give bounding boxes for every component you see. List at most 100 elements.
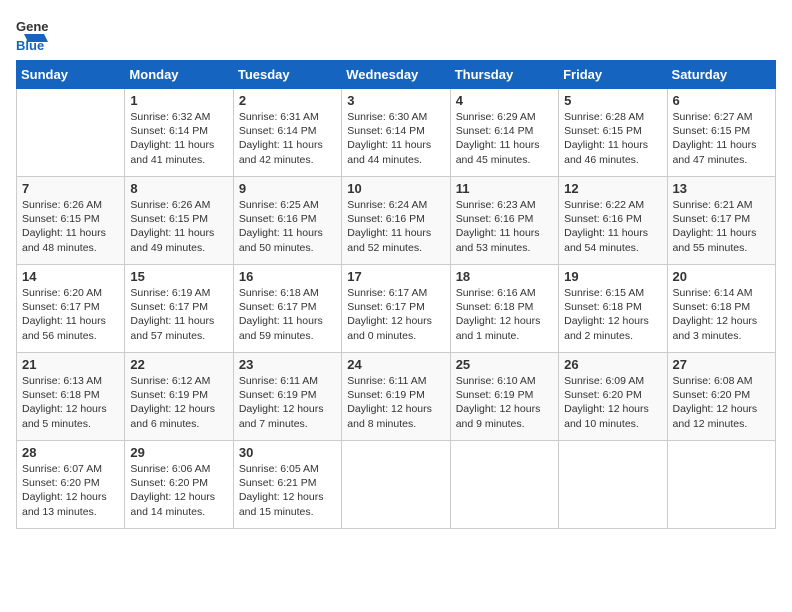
day-info: Sunrise: 6:26 AM Sunset: 6:15 PM Dayligh…: [130, 198, 227, 255]
calendar-body: 1Sunrise: 6:32 AM Sunset: 6:14 PM Daylig…: [17, 89, 776, 529]
day-number: 1: [130, 93, 227, 108]
logo-svg: General Blue: [16, 16, 48, 52]
day-number: 16: [239, 269, 336, 284]
day-info: Sunrise: 6:06 AM Sunset: 6:20 PM Dayligh…: [130, 462, 227, 519]
header-cell-thursday: Thursday: [450, 61, 558, 89]
calendar-cell: 11 Sunrise: 6:23 AM Sunset: 6:16 PM Dayli…: [450, 177, 558, 265]
calendar-cell: [559, 441, 667, 529]
day-info: Sunrise: 6:22 AM Sunset: 6:16 PM Dayligh…: [564, 198, 661, 255]
day-number: 23: [239, 357, 336, 372]
header-cell-friday: Friday: [559, 61, 667, 89]
day-info: Sunrise: 6:26 AM Sunset: 6:15 PM Dayligh…: [22, 198, 119, 255]
day-number: 8: [130, 181, 227, 196]
day-number: 10: [347, 181, 444, 196]
calendar-cell: 30 Sunrise: 6:05 AM Sunset: 6:21 PM Dayli…: [233, 441, 341, 529]
calendar-cell: [342, 441, 450, 529]
calendar-cell: 27Sunrise: 6:08 AM Sunset: 6:20 PM Dayli…: [667, 353, 775, 441]
calendar-cell: 1Sunrise: 6:32 AM Sunset: 6:14 PM Daylig…: [125, 89, 233, 177]
calendar-cell: 3Sunrise: 6:30 AM Sunset: 6:14 PM Daylig…: [342, 89, 450, 177]
calendar-cell: 25 Sunrise: 6:10 AM Sunset: 6:19 PM Dayli…: [450, 353, 558, 441]
calendar-cell: 28 Sunrise: 6:07 AM Sunset: 6:20 PM Dayli…: [17, 441, 125, 529]
day-info: Sunrise: 6:24 AM Sunset: 6:16 PM Dayligh…: [347, 198, 444, 255]
header-cell-monday: Monday: [125, 61, 233, 89]
day-info: Sunrise: 6:23 AM Sunset: 6:16 PM Dayligh…: [456, 198, 553, 255]
calendar-cell: 6 Sunrise: 6:27 AM Sunset: 6:15 PM Daylig…: [667, 89, 775, 177]
day-number: 9: [239, 181, 336, 196]
day-info: Sunrise: 6:18 AM Sunset: 6:17 PM Dayligh…: [239, 286, 336, 343]
day-info: Sunrise: 6:05 AM Sunset: 6:21 PM Dayligh…: [239, 462, 336, 519]
calendar-cell: 5 Sunrise: 6:28 AM Sunset: 6:15 PM Daylig…: [559, 89, 667, 177]
day-number: 6: [673, 93, 770, 108]
day-info: Sunrise: 6:11 AM Sunset: 6:19 PM Dayligh…: [239, 374, 336, 431]
day-number: 25: [456, 357, 553, 372]
day-number: 19: [564, 269, 661, 284]
day-number: 5: [564, 93, 661, 108]
day-info: Sunrise: 6:13 AM Sunset: 6:18 PM Dayligh…: [22, 374, 119, 431]
day-info: Sunrise: 6:28 AM Sunset: 6:15 PM Dayligh…: [564, 110, 661, 167]
calendar-cell: 12Sunrise: 6:22 AM Sunset: 6:16 PM Dayli…: [559, 177, 667, 265]
day-info: Sunrise: 6:09 AM Sunset: 6:20 PM Dayligh…: [564, 374, 661, 431]
day-info: Sunrise: 6:29 AM Sunset: 6:14 PM Dayligh…: [456, 110, 553, 167]
header-cell-wednesday: Wednesday: [342, 61, 450, 89]
day-number: 28: [22, 445, 119, 460]
calendar-week-1: 1Sunrise: 6:32 AM Sunset: 6:14 PM Daylig…: [17, 89, 776, 177]
calendar-header: SundayMondayTuesdayWednesdayThursdayFrid…: [17, 61, 776, 89]
day-info: Sunrise: 6:21 AM Sunset: 6:17 PM Dayligh…: [673, 198, 770, 255]
day-number: 2: [239, 93, 336, 108]
calendar-cell: [17, 89, 125, 177]
day-info: Sunrise: 6:11 AM Sunset: 6:19 PM Dayligh…: [347, 374, 444, 431]
calendar-cell: 17 Sunrise: 6:17 AM Sunset: 6:17 PM Dayli…: [342, 265, 450, 353]
calendar-table: SundayMondayTuesdayWednesdayThursdayFrid…: [16, 60, 776, 529]
day-info: Sunrise: 6:07 AM Sunset: 6:20 PM Dayligh…: [22, 462, 119, 519]
day-number: 4: [456, 93, 553, 108]
day-number: 7: [22, 181, 119, 196]
calendar-cell: 2Sunrise: 6:31 AM Sunset: 6:14 PM Daylig…: [233, 89, 341, 177]
header-cell-saturday: Saturday: [667, 61, 775, 89]
header: General Blue: [16, 16, 776, 52]
header-cell-tuesday: Tuesday: [233, 61, 341, 89]
day-info: Sunrise: 6:14 AM Sunset: 6:18 PM Dayligh…: [673, 286, 770, 343]
calendar-week-2: 7 Sunrise: 6:26 AM Sunset: 6:15 PM Daylig…: [17, 177, 776, 265]
day-number: 24: [347, 357, 444, 372]
day-number: 11: [456, 181, 553, 196]
day-info: Sunrise: 6:19 AM Sunset: 6:17 PM Dayligh…: [130, 286, 227, 343]
header-cell-sunday: Sunday: [17, 61, 125, 89]
calendar-cell: 22Sunrise: 6:12 AM Sunset: 6:19 PM Dayli…: [125, 353, 233, 441]
svg-text:General: General: [16, 19, 48, 34]
day-number: 17: [347, 269, 444, 284]
day-info: Sunrise: 6:10 AM Sunset: 6:19 PM Dayligh…: [456, 374, 553, 431]
day-info: Sunrise: 6:16 AM Sunset: 6:18 PM Dayligh…: [456, 286, 553, 343]
day-number: 21: [22, 357, 119, 372]
day-number: 27: [673, 357, 770, 372]
calendar-cell: 16 Sunrise: 6:18 AM Sunset: 6:17 PM Dayli…: [233, 265, 341, 353]
calendar-cell: [450, 441, 558, 529]
day-number: 3: [347, 93, 444, 108]
calendar-cell: 15Sunrise: 6:19 AM Sunset: 6:17 PM Dayli…: [125, 265, 233, 353]
header-row: SundayMondayTuesdayWednesdayThursdayFrid…: [17, 61, 776, 89]
day-info: Sunrise: 6:17 AM Sunset: 6:17 PM Dayligh…: [347, 286, 444, 343]
day-info: Sunrise: 6:15 AM Sunset: 6:18 PM Dayligh…: [564, 286, 661, 343]
calendar-cell: 19 Sunrise: 6:15 AM Sunset: 6:18 PM Dayli…: [559, 265, 667, 353]
calendar-cell: [667, 441, 775, 529]
day-info: Sunrise: 6:20 AM Sunset: 6:17 PM Dayligh…: [22, 286, 119, 343]
calendar-cell: 20 Sunrise: 6:14 AM Sunset: 6:18 PM Dayli…: [667, 265, 775, 353]
day-info: Sunrise: 6:27 AM Sunset: 6:15 PM Dayligh…: [673, 110, 770, 167]
calendar-cell: 13Sunrise: 6:21 AM Sunset: 6:17 PM Dayli…: [667, 177, 775, 265]
calendar-cell: 18Sunrise: 6:16 AM Sunset: 6:18 PM Dayli…: [450, 265, 558, 353]
day-number: 30: [239, 445, 336, 460]
calendar-cell: 23 Sunrise: 6:11 AM Sunset: 6:19 PM Dayli…: [233, 353, 341, 441]
calendar-cell: 21 Sunrise: 6:13 AM Sunset: 6:18 PM Dayli…: [17, 353, 125, 441]
calendar-cell: 24 Sunrise: 6:11 AM Sunset: 6:19 PM Dayli…: [342, 353, 450, 441]
calendar-cell: 9 Sunrise: 6:25 AM Sunset: 6:16 PM Daylig…: [233, 177, 341, 265]
calendar-cell: 8 Sunrise: 6:26 AM Sunset: 6:15 PM Daylig…: [125, 177, 233, 265]
calendar-week-4: 21 Sunrise: 6:13 AM Sunset: 6:18 PM Dayli…: [17, 353, 776, 441]
calendar-cell: 14Sunrise: 6:20 AM Sunset: 6:17 PM Dayli…: [17, 265, 125, 353]
calendar-cell: 29Sunrise: 6:06 AM Sunset: 6:20 PM Dayli…: [125, 441, 233, 529]
day-number: 26: [564, 357, 661, 372]
logo: General Blue: [16, 16, 48, 52]
calendar-cell: 7 Sunrise: 6:26 AM Sunset: 6:15 PM Daylig…: [17, 177, 125, 265]
calendar-cell: 4 Sunrise: 6:29 AM Sunset: 6:14 PM Daylig…: [450, 89, 558, 177]
day-info: Sunrise: 6:25 AM Sunset: 6:16 PM Dayligh…: [239, 198, 336, 255]
day-number: 20: [673, 269, 770, 284]
calendar-week-5: 28 Sunrise: 6:07 AM Sunset: 6:20 PM Dayli…: [17, 441, 776, 529]
